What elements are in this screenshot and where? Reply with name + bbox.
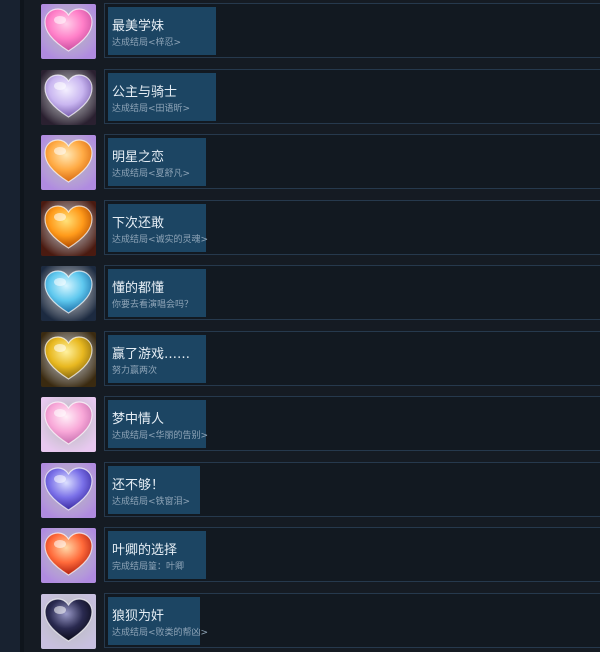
achievement-row[interactable]: 懂的都懂你要去看演唱会吗？ [24, 259, 600, 325]
amber-heart-icon [41, 200, 96, 256]
achievement-card: 懂的都懂你要去看演唱会吗？ [104, 265, 600, 320]
achievement-card: 梦中情人达成结局<华丽的告别> [104, 396, 600, 451]
achievement-description: 你要去看演唱会吗？ [112, 300, 194, 310]
blue-heart-icon [41, 266, 96, 321]
achievement-title: 赢了游戏…… [112, 346, 191, 362]
achievement-label-box: 公主与骑士达成结局<田语昕> [108, 72, 216, 121]
achievement-title: 梦中情人 [112, 412, 165, 427]
crystal-heart-icon [41, 69, 96, 125]
achievement-description: 达成结局<诚实的灵魂> [112, 234, 209, 245]
achievement-title: 公主与骑士 [112, 84, 178, 100]
achievement-label-box: 梦中情人达成结局<华丽的告别> [108, 400, 209, 448]
light-pink-heart-icon [41, 397, 96, 452]
achievement-card: 最美学妹达成结局<梓忍> [104, 3, 600, 58]
achievement-description: 达成结局<夏舒凡> [112, 169, 191, 179]
achievement-row[interactable]: 公主与骑士达成结局<田语昕> [24, 63, 600, 129]
achievement-card: 还不够！ 达成结局<铁窗泪> [104, 461, 600, 517]
achievement-row[interactable]: 下次还敢达成结局<诚实的灵魂> [24, 194, 600, 260]
achievement-label-box: 最美学妹达成结局<梓忍> [108, 7, 216, 55]
achievement-row[interactable]: 狼狈为奸达成结局<败类的帮凶> [24, 587, 600, 652]
achievement-row[interactable]: 最美学妹达成结局<梓忍> [24, 0, 600, 63]
left-sidebar-strip [0, 0, 21, 652]
achievement-list: 最美学妹达成结局<梓忍> 公主与骑士达成结局<田语昕> 明星之恋达成结局<夏舒凡> 下… [24, 0, 600, 652]
pink-heart-icon [41, 4, 96, 59]
achievement-title: 明星之恋 [112, 150, 165, 165]
achievement-description: 达成结局<败类的帮凶> [112, 627, 209, 638]
orange-heart-icon [41, 135, 96, 190]
achievement-title: 下次还敢 [112, 215, 165, 231]
achievement-label-box: 还不够！ 达成结局<铁窗泪> [108, 465, 200, 514]
achievement-title: 懂的都懂 [112, 281, 165, 296]
achievement-card: 公主与骑士达成结局<田语昕> [104, 68, 600, 124]
achievement-row[interactable]: 叶卿的选择完成结局篁：叶卿 [24, 521, 600, 587]
achievement-description: 达成结局<田语昕> [112, 103, 191, 114]
achievement-label-box: 下次还敢达成结局<诚实的灵魂> [108, 203, 209, 252]
achievement-description: 努力赢两次 [112, 365, 158, 376]
achievement-row[interactable]: 梦中情人达成结局<华丽的告别> [24, 390, 600, 456]
achievement-card: 下次还敢达成结局<诚实的灵魂> [104, 199, 600, 255]
achievement-label-box: 赢了游戏…… 努力赢两次 [108, 334, 206, 383]
achievement-label-box: 叶卿的选择完成结局篁：叶卿 [108, 531, 206, 579]
achievement-title: 狼狈为奸 [112, 608, 165, 624]
violet-heart-icon [41, 462, 96, 518]
achievement-row[interactable]: 明星之恋达成结局<夏舒凡> [24, 128, 600, 194]
achievement-card: 狼狈为奸达成结局<败类的帮凶> [104, 592, 600, 648]
achievement-card: 明星之恋达成结局<夏舒凡> [104, 134, 600, 189]
achievement-card: 叶卿的选择完成结局篁：叶卿 [104, 527, 600, 582]
achievement-description: 达成结局<铁窗泪> [112, 496, 191, 507]
achievement-title: 还不够！ [112, 477, 165, 493]
achievement-description: 达成结局<华丽的告别> [112, 431, 209, 441]
achievement-title: 叶卿的选择 [112, 543, 178, 558]
achievement-label-box: 明星之恋达成结局<夏舒凡> [108, 138, 206, 186]
achievement-row[interactable]: 还不够！ 达成结局<铁窗泪> [24, 456, 600, 522]
red-orange-heart-icon [41, 528, 96, 583]
achievement-row[interactable]: 赢了游戏…… 努力赢两次 [24, 325, 600, 391]
achievement-label-box: 狼狈为奸达成结局<败类的帮凶> [108, 596, 208, 645]
achievement-description: 完成结局篁：叶卿 [112, 562, 185, 572]
achievement-card: 赢了游戏…… 努力赢两次 [104, 330, 600, 386]
achievements-page: 最美学妹达成结局<梓忍> 公主与骑士达成结局<田语昕> 明星之恋达成结局<夏舒凡> 下… [0, 0, 600, 652]
gold-heart-icon [41, 331, 96, 387]
achievement-title: 最美学妹 [112, 19, 165, 34]
dark-heart-icon [41, 593, 96, 649]
achievement-description: 达成结局<梓忍> [112, 38, 182, 48]
achievement-label-box: 懂的都懂你要去看演唱会吗？ [108, 269, 206, 317]
